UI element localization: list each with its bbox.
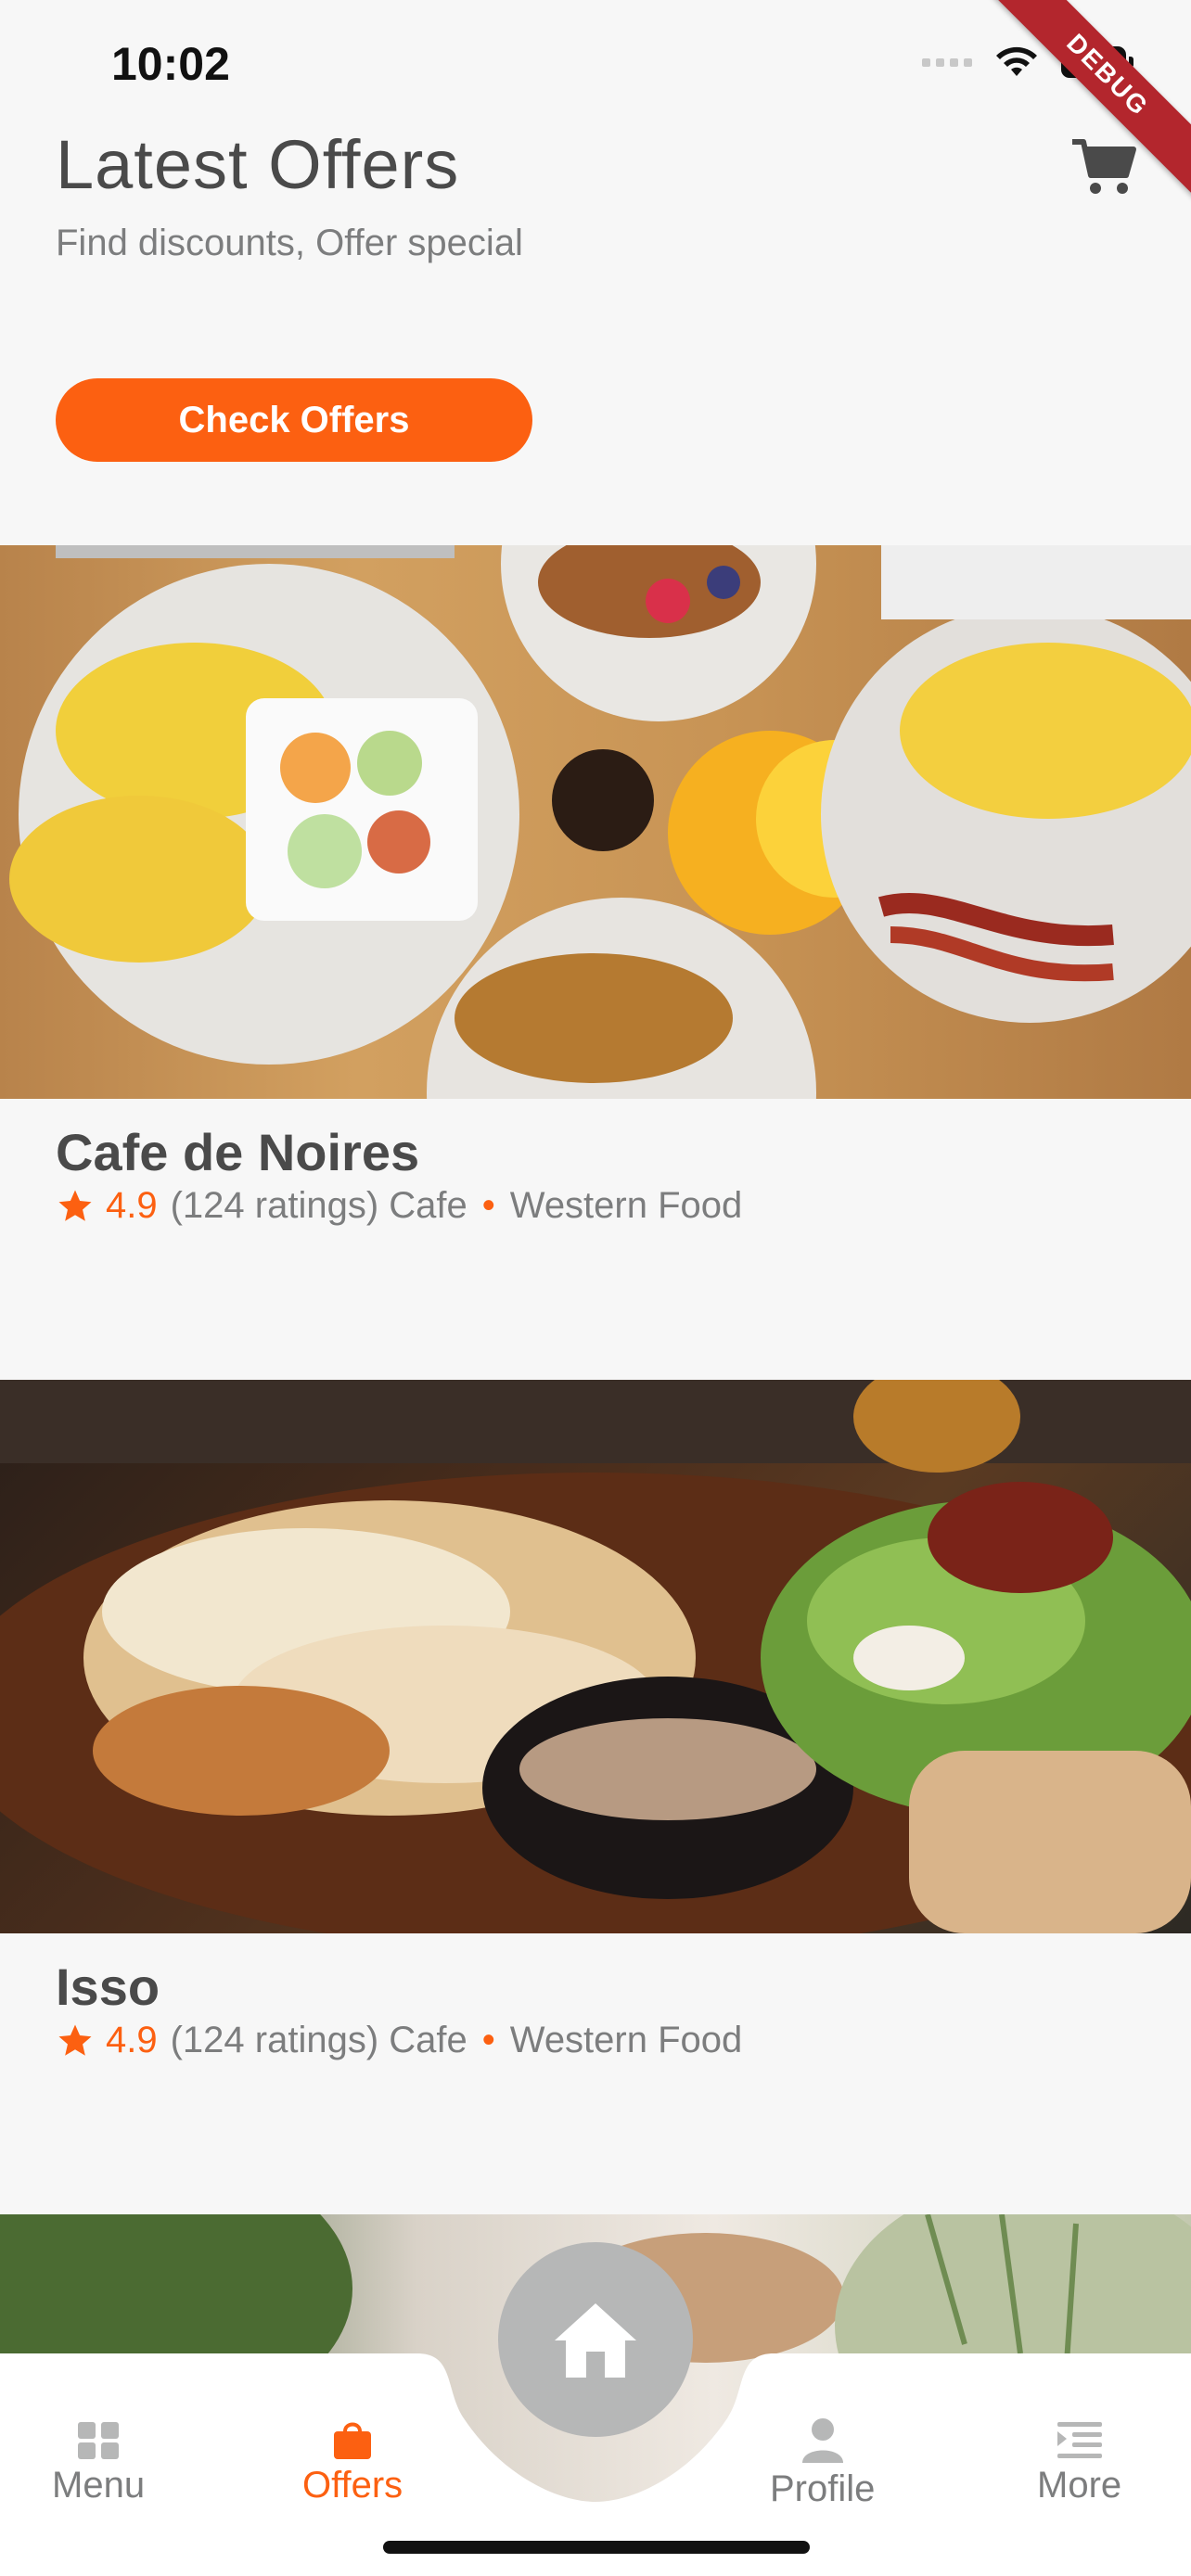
page-subtitle: Find discounts, Offer special bbox=[56, 223, 523, 263]
tab-label: Profile bbox=[770, 2468, 876, 2509]
offer-image bbox=[0, 545, 1191, 1099]
separator-dot: • bbox=[481, 1185, 495, 1226]
tab-offers[interactable]: Offers bbox=[302, 2417, 403, 2506]
home-indicator[interactable] bbox=[383, 2541, 810, 2554]
person-icon bbox=[801, 2418, 843, 2463]
check-offers-button[interactable]: Check Offers bbox=[56, 378, 532, 462]
cuisine-label: Western Food bbox=[509, 1185, 743, 1226]
ratings-count: (124 ratings) Cafe bbox=[170, 2020, 467, 2060]
tab-label: More bbox=[1037, 2465, 1122, 2506]
shopping-bag-icon bbox=[334, 2422, 372, 2459]
wifi-icon bbox=[996, 46, 1037, 76]
page-title: Latest Offers bbox=[56, 126, 460, 203]
seafood-photo bbox=[0, 1380, 1191, 1933]
tab-menu[interactable]: Menu bbox=[52, 2420, 145, 2506]
tab-profile[interactable]: Profile bbox=[770, 2417, 875, 2510]
rating-value: 4.9 bbox=[106, 1185, 158, 1226]
grid-icon bbox=[78, 2422, 120, 2459]
offer-card[interactable]: Isso 4.9 (124 ratings) Cafe • Western Fo… bbox=[0, 1380, 1191, 2060]
home-icon bbox=[555, 2303, 636, 2378]
separator-dot: • bbox=[481, 2020, 495, 2060]
breakfast-photo bbox=[9, 545, 1191, 1099]
star-icon bbox=[58, 2024, 92, 2056]
status-bar: 10:02 bbox=[0, 0, 1191, 130]
ratings-count: (124 ratings) Cafe bbox=[170, 1185, 467, 1226]
rating-value: 4.9 bbox=[106, 2020, 158, 2060]
home-button[interactable] bbox=[498, 2242, 693, 2437]
cart-button[interactable] bbox=[1067, 130, 1141, 204]
tab-label: Offers bbox=[302, 2465, 403, 2506]
tab-label: Menu bbox=[52, 2465, 146, 2506]
restaurant-name: Cafe de Noires bbox=[56, 1123, 420, 1181]
tab-more[interactable]: More bbox=[1037, 2420, 1121, 2506]
restaurant-name: Isso bbox=[56, 1958, 160, 2016]
offer-card[interactable]: Cafe de Noires 4.9 (124 ratings) Cafe • … bbox=[0, 545, 1191, 1226]
cuisine-label: Western Food bbox=[509, 2020, 743, 2060]
cellular-signal-icon bbox=[922, 57, 972, 67]
list-icon bbox=[1057, 2422, 1102, 2458]
star-icon bbox=[58, 1190, 92, 1221]
status-time: 10:02 bbox=[111, 38, 230, 90]
restaurant-meta: 4.9 (124 ratings) Cafe • Western Food bbox=[56, 2020, 742, 2061]
restaurant-meta: 4.9 (124 ratings) Cafe • Western Food bbox=[56, 1185, 742, 1227]
offer-image bbox=[0, 1380, 1191, 1933]
cart-icon bbox=[1072, 139, 1136, 194]
